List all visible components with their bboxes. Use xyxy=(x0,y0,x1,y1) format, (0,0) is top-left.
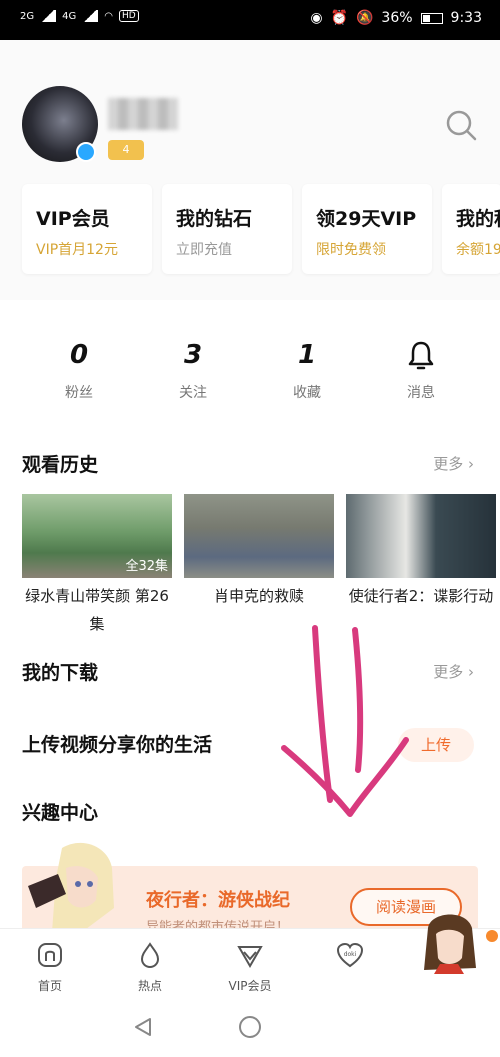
points-card[interactable]: 我的积 余额19 xyxy=(442,184,500,274)
battery-icon xyxy=(420,12,443,24)
more-label: 更多 xyxy=(433,455,464,473)
history-title: 观看历史 xyxy=(22,454,99,476)
tab-vip[interactable]: VIP会员 xyxy=(200,929,300,1000)
hd-badge: HD xyxy=(118,10,139,22)
notification-dot xyxy=(486,930,498,942)
tab-label: 首页 xyxy=(37,979,62,993)
card-subtitle: VIP首月12元 xyxy=(36,242,118,258)
stat-label: 消息 xyxy=(407,385,435,401)
diamond-card[interactable]: 我的钻石 立即充值 xyxy=(162,184,292,274)
flame-icon xyxy=(140,942,160,969)
banner-title: 夜行者：游侠战纪 xyxy=(146,890,290,911)
history-list: 全32集 绿水青山带笑颜 第26集 肖申克的救赎 使徒行者2：谍影行动 xyxy=(22,494,496,638)
downloads-more-link[interactable]: 更多 › xyxy=(433,661,474,682)
back-icon[interactable] xyxy=(132,1016,154,1038)
tab-home[interactable]: 首页 xyxy=(0,929,100,1000)
wifi-icon: ◠ xyxy=(104,10,113,22)
video-title: 肖申克的救赎 xyxy=(213,587,304,605)
vip-diamond-icon xyxy=(237,946,263,968)
card-subtitle: 余额19 xyxy=(456,242,500,258)
followers-stat[interactable]: 0 粉丝 xyxy=(22,340,136,402)
network-label: 2G xyxy=(20,10,35,22)
signal-icon xyxy=(40,10,57,22)
home-circle-icon[interactable] xyxy=(238,1015,262,1039)
verified-badge-icon xyxy=(76,142,96,162)
card-title: VIP会员 xyxy=(36,208,110,230)
free-vip-card[interactable]: 领29天VIP 限时免费领 xyxy=(302,184,432,274)
vip-level-number: 4 xyxy=(122,143,130,156)
battery-text: 36% xyxy=(381,10,413,26)
tab-doki[interactable]: doki xyxy=(300,929,400,1000)
stat-label: 粉丝 xyxy=(65,385,93,401)
tab-label: VIP会员 xyxy=(228,979,272,993)
more-label: 更多 xyxy=(433,663,464,681)
history-item[interactable]: 肖申克的救赎 xyxy=(184,494,334,638)
history-more-link[interactable]: 更多 › xyxy=(433,453,474,474)
card-subtitle: 立即充值 xyxy=(176,242,232,258)
comic-character-image xyxy=(28,842,114,932)
doki-heart-icon: doki xyxy=(336,942,364,968)
tab-hot[interactable]: 热点 xyxy=(100,929,200,1000)
episode-count-badge: 全32集 xyxy=(125,559,168,574)
username-blurred[interactable] xyxy=(108,98,178,130)
system-nav-bar xyxy=(0,1000,500,1057)
promo-cards: VIP会员 VIP首月12元 我的钻石 立即充值 领29天VIP 限时免费领 我… xyxy=(22,184,500,274)
stat-label: 关注 xyxy=(179,385,207,401)
video-thumbnail xyxy=(346,494,496,578)
annotation-arrow xyxy=(281,625,409,817)
doki-text: doki xyxy=(344,951,357,958)
upload-button[interactable]: 上传 xyxy=(398,728,474,762)
eye-icon: ◉ xyxy=(310,10,323,26)
mute-icon: 🔕 xyxy=(355,10,374,26)
chevron-right-icon: › xyxy=(468,663,474,681)
status-bar: 2G 4G ◠ HD ◉ ⏰ 🔕 36% 9:33 xyxy=(0,0,500,40)
following-stat[interactable]: 3 关注 xyxy=(136,340,250,402)
upload-row: 上传视频分享你的生活 上传 xyxy=(22,728,478,762)
messages-stat[interactable]: 消息 xyxy=(364,340,478,402)
video-title: 使徒行者2：谍影行动 xyxy=(348,587,494,605)
vip-card[interactable]: VIP会员 VIP首月12元 xyxy=(22,184,152,274)
tab-label: 热点 xyxy=(137,979,162,993)
network-label: 4G xyxy=(62,10,77,22)
upload-title: 上传视频分享你的生活 xyxy=(22,734,213,756)
character-avatar-icon[interactable] xyxy=(418,908,480,974)
stat-value: 0 xyxy=(69,340,89,370)
stat-value: 1 xyxy=(297,340,317,370)
stats-row: 0 粉丝 3 关注 1 收藏 消息 xyxy=(22,340,478,402)
video-thumbnail xyxy=(184,494,334,578)
card-title: 我的钻石 xyxy=(176,208,253,230)
chevron-right-icon: › xyxy=(468,455,474,473)
card-title: 我的积 xyxy=(456,208,500,230)
stat-value: 3 xyxy=(183,340,203,370)
video-thumbnail: 全32集 xyxy=(22,494,172,578)
favorites-stat[interactable]: 1 收藏 xyxy=(250,340,364,402)
bell-icon xyxy=(408,341,434,370)
vip-level-badge[interactable]: 4 xyxy=(108,140,144,160)
signal-icon xyxy=(82,10,99,22)
card-title: 领29天VIP xyxy=(316,208,417,230)
home-icon xyxy=(38,943,62,967)
video-title: 绿水青山带笑颜 第26集 xyxy=(25,587,169,633)
interest-title: 兴趣中心 xyxy=(22,802,99,824)
search-icon[interactable] xyxy=(444,108,478,142)
history-item[interactable]: 全32集 绿水青山带笑颜 第26集 xyxy=(22,494,172,638)
card-subtitle: 限时免费领 xyxy=(316,242,386,258)
history-item[interactable]: 使徒行者2：谍影行动 xyxy=(346,494,496,638)
downloads-title: 我的下载 xyxy=(22,662,99,684)
stat-label: 收藏 xyxy=(293,385,321,401)
alarm-icon: ⏰ xyxy=(330,10,348,26)
clock: 9:33 xyxy=(450,10,482,26)
